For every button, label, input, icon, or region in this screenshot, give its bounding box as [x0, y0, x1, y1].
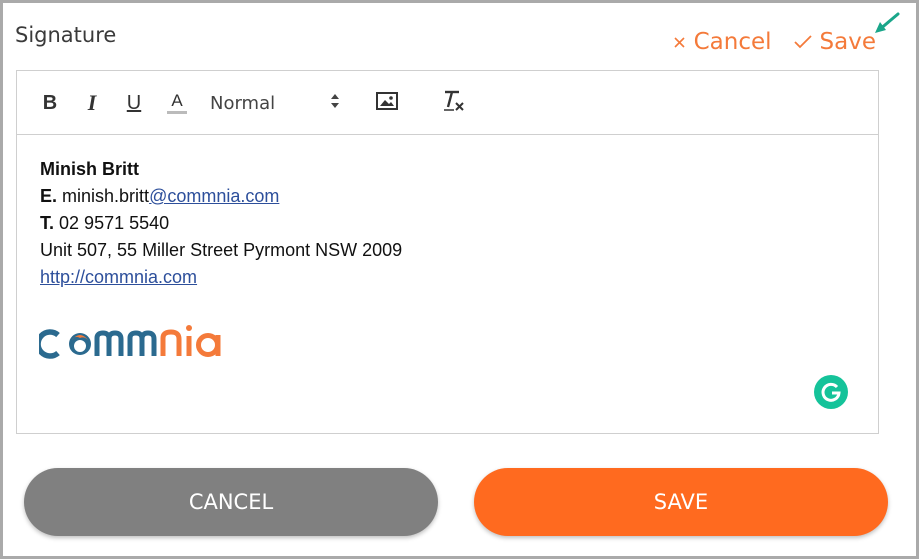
- cancel-button[interactable]: CANCEL: [24, 468, 438, 536]
- italic-button[interactable]: I: [83, 90, 101, 115]
- save-button-label: SAVE: [653, 490, 709, 514]
- text-color-icon: A: [171, 91, 183, 110]
- text-size-value: Normal: [210, 92, 276, 114]
- header-cancel-label: Cancel: [693, 29, 772, 55]
- signature-name: Minish Britt: [40, 159, 139, 179]
- email-user: minish.britt: [62, 186, 150, 206]
- sort-arrows-icon: [330, 93, 340, 114]
- signature-website-line: http://commnia.com: [40, 264, 402, 291]
- header-save-label: Save: [819, 29, 876, 55]
- grammarly-icon[interactable]: [814, 375, 848, 409]
- clear-format-icon: [442, 90, 466, 117]
- signature-name-line: Minish Britt: [40, 156, 402, 183]
- email-domain-link[interactable]: @commnia.com: [149, 186, 279, 206]
- text-size-select[interactable]: Normal: [210, 91, 340, 115]
- color-swatch: [167, 111, 187, 114]
- save-button[interactable]: SAVE: [474, 468, 888, 536]
- bold-icon: B: [42, 91, 58, 114]
- image-icon: [376, 91, 398, 115]
- italic-icon: I: [87, 90, 97, 115]
- commnia-logo-image: [35, 325, 221, 359]
- phone-number: 02 9571 5540: [59, 213, 170, 233]
- signature-address: Unit 507, 55 Miller Street Pyrmont NSW 2…: [40, 240, 403, 260]
- check-icon: [793, 35, 812, 49]
- bold-button[interactable]: B: [41, 91, 59, 115]
- signature-panel: Signature Cancel Save B I U A Normal Min…: [0, 0, 919, 559]
- insert-image-button[interactable]: [375, 91, 399, 115]
- header-save-button[interactable]: Save: [793, 29, 876, 55]
- underline-icon: U: [126, 91, 142, 114]
- text-color-button[interactable]: A: [166, 91, 188, 115]
- editor-toolbar: B I U A Normal: [17, 71, 878, 135]
- panel-title: Signature: [15, 23, 117, 47]
- signature-email-line: E. minish.britt@commnia.com: [40, 183, 402, 210]
- clear-formatting-button[interactable]: [441, 90, 467, 117]
- commnia-logo: [35, 316, 249, 367]
- signature-editor: B I U A Normal Minish Britt E. minish.br…: [16, 70, 879, 434]
- header-cancel-button[interactable]: Cancel: [673, 29, 772, 55]
- email-prefix: E.: [40, 186, 58, 206]
- website-link[interactable]: http://commnia.com: [40, 267, 197, 287]
- underline-button[interactable]: U: [124, 91, 144, 115]
- signature-phone-line: T. 02 9571 5540: [40, 210, 402, 237]
- phone-prefix: T.: [40, 213, 55, 233]
- close-icon: [673, 36, 686, 49]
- signature-content[interactable]: Minish Britt E. minish.britt@commnia.com…: [40, 156, 402, 291]
- cancel-button-label: CANCEL: [188, 490, 274, 514]
- header-actions: Cancel Save: [673, 29, 876, 55]
- arrow-pointer-icon: [871, 11, 901, 42]
